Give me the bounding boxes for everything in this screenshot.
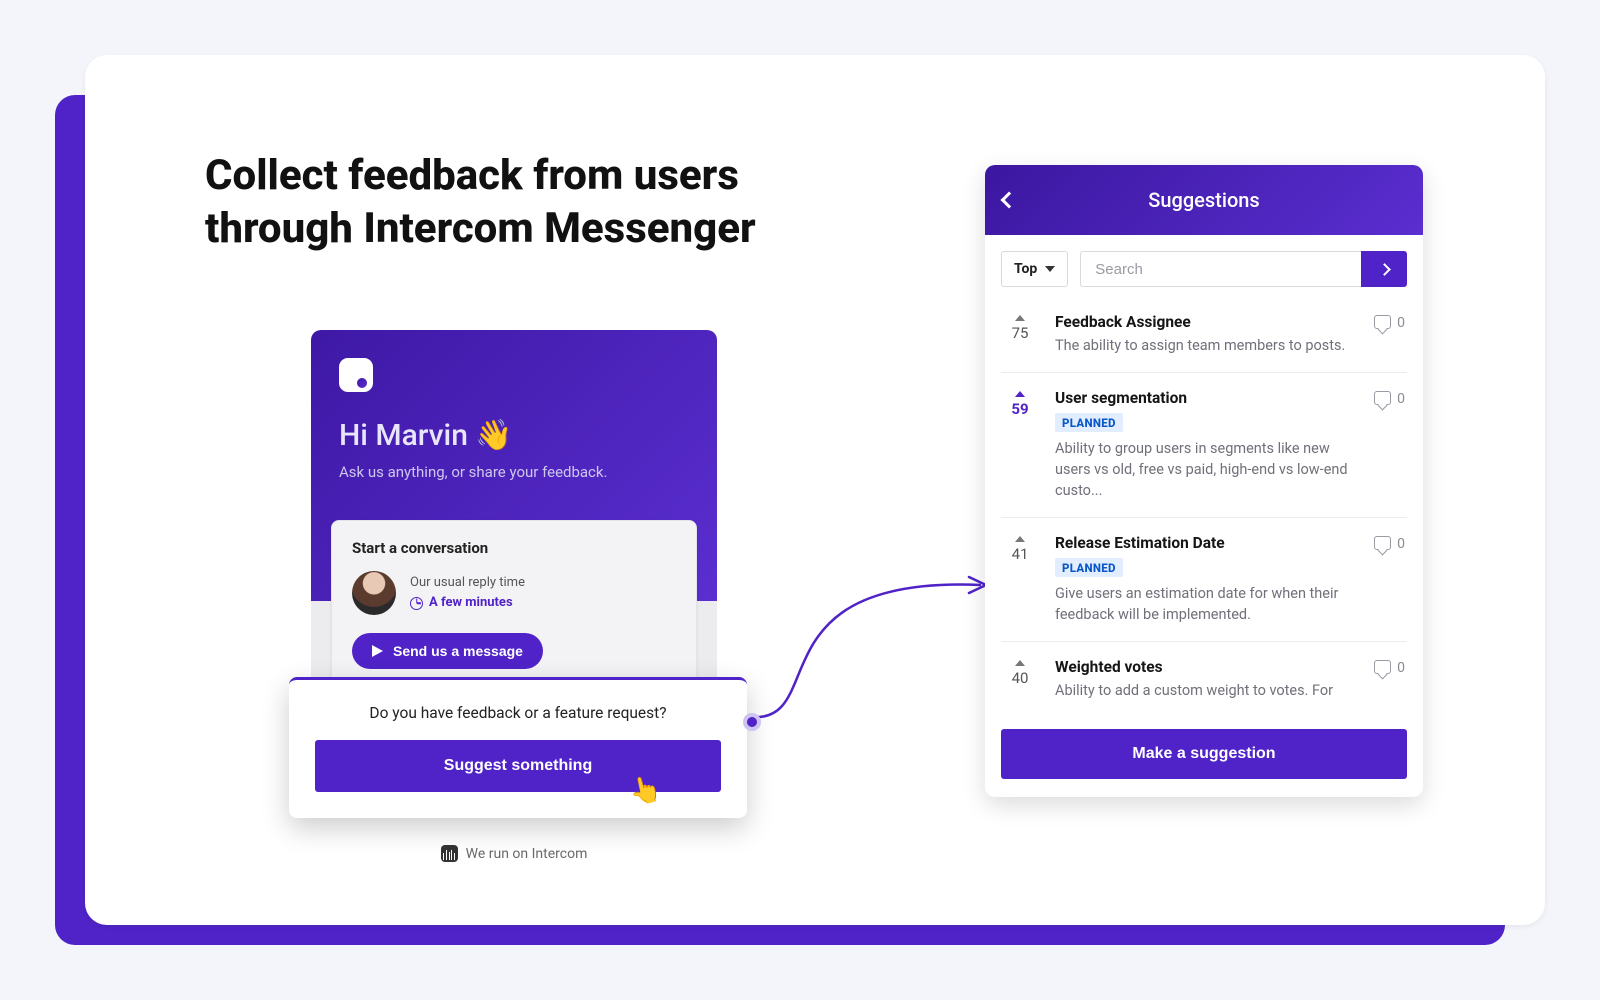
comment-icon xyxy=(1374,660,1391,674)
suggest-prompt-card: Do you have feedback or a feature reques… xyxy=(289,677,747,818)
status-badge: PLANNED xyxy=(1055,558,1123,577)
suggestions-panel: Suggestions Top 75 Feedback Assignee The a… xyxy=(985,165,1423,797)
vote-control[interactable]: 59 xyxy=(1003,389,1037,501)
reply-time-label: Our usual reply time xyxy=(410,573,525,593)
sort-dropdown-label: Top xyxy=(1014,261,1037,277)
suggestion-title: Feedback Assignee xyxy=(1055,313,1356,331)
vote-count: 41 xyxy=(1003,545,1037,563)
chevron-right-icon xyxy=(1378,263,1391,276)
search-input[interactable] xyxy=(1080,251,1361,287)
suggestion-description: Ability to add a custom weight to votes.… xyxy=(1055,680,1356,701)
chevron-down-icon xyxy=(1045,266,1055,272)
suggestion-title: Weighted votes xyxy=(1055,658,1356,676)
suggestion-description: The ability to assign team members to po… xyxy=(1055,335,1356,356)
panel-title: Suggestions xyxy=(1148,188,1259,212)
make-suggestion-button[interactable]: Make a suggestion xyxy=(1001,729,1407,779)
suggestion-row[interactable]: 40 Weighted votes Ability to add a custom … xyxy=(1001,641,1407,717)
upvote-icon xyxy=(1015,660,1025,666)
cursor-hand-icon: 👆 xyxy=(626,772,664,809)
conversation-card-title: Start a conversation xyxy=(352,539,676,557)
comment-count: 0 xyxy=(1374,313,1405,356)
suggestions-list: 75 Feedback Assignee The ability to assign… xyxy=(985,297,1423,717)
upvote-icon xyxy=(1015,391,1025,397)
vote-count: 40 xyxy=(1003,669,1037,687)
comment-count: 0 xyxy=(1374,658,1405,701)
vote-control[interactable]: 40 xyxy=(1003,658,1037,701)
content-card: Collect feedback from users through Inte… xyxy=(85,55,1545,925)
brand-logo xyxy=(339,358,373,392)
reply-time-value: A few minutes xyxy=(429,593,513,613)
comment-count: 0 xyxy=(1374,534,1405,625)
back-icon[interactable] xyxy=(1001,192,1018,209)
intercom-attribution[interactable]: We run on Intercom xyxy=(311,845,717,862)
suggestion-row[interactable]: 75 Feedback Assignee The ability to assign… xyxy=(1001,297,1407,372)
suggestion-description: Ability to group users in segments like … xyxy=(1055,438,1356,501)
send-icon xyxy=(372,645,383,657)
suggest-button-label: Suggest something xyxy=(444,757,592,774)
vote-count: 59 xyxy=(1003,400,1037,418)
reply-time-meta: Our usual reply time A few minutes xyxy=(410,573,525,613)
intercom-attribution-label: We run on Intercom xyxy=(466,846,588,862)
suggestion-row[interactable]: 59 User segmentation PLANNED Ability to gro… xyxy=(1001,372,1407,517)
upvote-icon xyxy=(1015,315,1025,321)
greeting-text: Hi Marvin 👋 xyxy=(339,418,689,453)
connector-origin-dot xyxy=(743,713,761,731)
suggestion-title: Release Estimation Date xyxy=(1055,534,1356,552)
comment-icon xyxy=(1374,391,1391,405)
page-title: Collect feedback from users through Inte… xyxy=(205,150,845,255)
suggestion-row[interactable]: 41 Release Estimation Date PLANNED Give use… xyxy=(1001,517,1407,641)
vote-control[interactable]: 41 xyxy=(1003,534,1037,625)
upvote-icon xyxy=(1015,536,1025,542)
send-message-button[interactable]: Send us a message xyxy=(352,633,543,669)
comment-icon xyxy=(1374,315,1391,329)
intercom-icon xyxy=(441,845,458,862)
vote-control[interactable]: 75 xyxy=(1003,313,1037,356)
greeting-subtext: Ask us anything, or share your feedback. xyxy=(339,463,689,481)
messenger-header: Hi Marvin 👋 Ask us anything, or share yo… xyxy=(311,330,717,601)
send-message-label: Send us a message xyxy=(393,643,523,659)
clock-icon xyxy=(410,597,423,610)
status-badge: PLANNED xyxy=(1055,413,1123,432)
comment-count: 0 xyxy=(1374,389,1405,501)
search-submit-button[interactable] xyxy=(1361,251,1407,287)
vote-count: 75 xyxy=(1003,324,1037,342)
panel-header: Suggestions xyxy=(985,165,1423,235)
start-conversation-card: Start a conversation Our usual reply tim… xyxy=(331,520,697,692)
suggestion-description: Give users an estimation date for when t… xyxy=(1055,583,1356,625)
suggestion-title: User segmentation xyxy=(1055,389,1356,407)
suggest-question: Do you have feedback or a feature reques… xyxy=(315,704,721,722)
suggest-something-button[interactable]: Suggest something 👆 xyxy=(315,740,721,792)
sort-dropdown[interactable]: Top xyxy=(1001,251,1068,287)
agent-avatar xyxy=(352,571,396,615)
comment-icon xyxy=(1374,536,1391,550)
